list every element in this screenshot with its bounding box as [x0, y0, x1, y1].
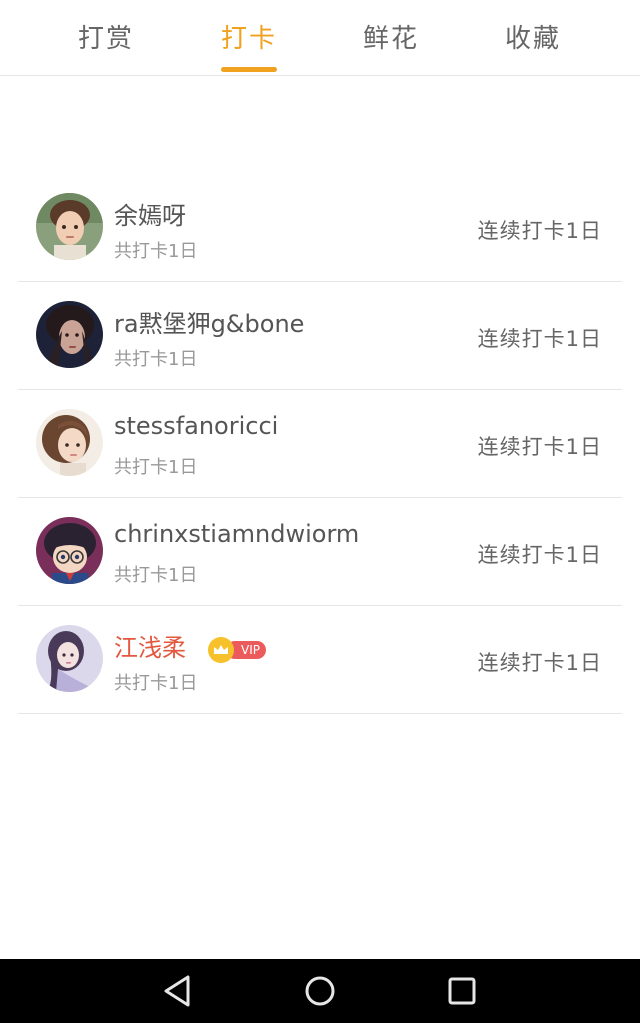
- tab-favorites[interactable]: 收藏: [473, 18, 593, 74]
- list-item[interactable]: stessfanoricci 共打卡1日 连续打卡1日: [0, 390, 640, 498]
- recents-icon[interactable]: [442, 973, 482, 1009]
- home-icon[interactable]: [300, 973, 340, 1009]
- streak-checkins: 连续打卡1日: [477, 651, 602, 675]
- total-checkins: 共打卡1日: [114, 349, 198, 370]
- streak-checkins: 连续打卡1日: [477, 435, 602, 459]
- tab-checkin[interactable]: 打卡: [189, 18, 309, 74]
- crown-icon: [208, 637, 234, 663]
- total-checkins: 共打卡1日: [114, 565, 198, 586]
- avatar[interactable]: [36, 625, 103, 692]
- streak-checkins: 连续打卡1日: [477, 327, 602, 351]
- user-name: 江浅柔: [114, 634, 186, 662]
- screen: 打赏 打卡 鲜花 收藏 余嫣呀 共打卡1日 连续打卡1日 ra黙堡狎g&bone…: [0, 0, 640, 1023]
- list-item[interactable]: ra黙堡狎g&bone 共打卡1日 连续打卡1日: [0, 282, 640, 390]
- user-name: chrinxstiamndwiorm: [114, 520, 360, 548]
- total-checkins: 共打卡1日: [114, 457, 198, 478]
- user-name: ra黙堡狎g&bone: [114, 310, 305, 338]
- avatar[interactable]: [36, 301, 103, 368]
- total-checkins: 共打卡1日: [114, 673, 198, 694]
- system-nav-bar: [0, 959, 640, 1023]
- checkin-list: 余嫣呀 共打卡1日 连续打卡1日 ra黙堡狎g&bone 共打卡1日 连续打卡1…: [0, 174, 640, 714]
- list-item[interactable]: chrinxstiamndwiorm 共打卡1日 连续打卡1日: [0, 498, 640, 606]
- avatar[interactable]: [36, 409, 103, 476]
- avatar[interactable]: [36, 517, 103, 584]
- row-divider: [18, 713, 622, 714]
- tab-reward[interactable]: 打赏: [46, 18, 166, 74]
- user-name: 余嫣呀: [114, 202, 186, 230]
- list-item[interactable]: 余嫣呀 共打卡1日 连续打卡1日: [0, 174, 640, 282]
- list-item[interactable]: 江浅柔 VIP 共打卡1日 连续打卡1日: [0, 606, 640, 714]
- active-tab-indicator: [221, 67, 277, 72]
- streak-checkins: 连续打卡1日: [477, 219, 602, 243]
- avatar[interactable]: [36, 193, 103, 260]
- tab-flowers[interactable]: 鲜花: [331, 18, 451, 74]
- user-name: stessfanoricci: [114, 412, 279, 440]
- streak-checkins: 连续打卡1日: [477, 543, 602, 567]
- total-checkins: 共打卡1日: [114, 241, 198, 262]
- back-icon[interactable]: [158, 973, 198, 1009]
- tab-bar: 打赏 打卡 鲜花 收藏: [0, 0, 640, 76]
